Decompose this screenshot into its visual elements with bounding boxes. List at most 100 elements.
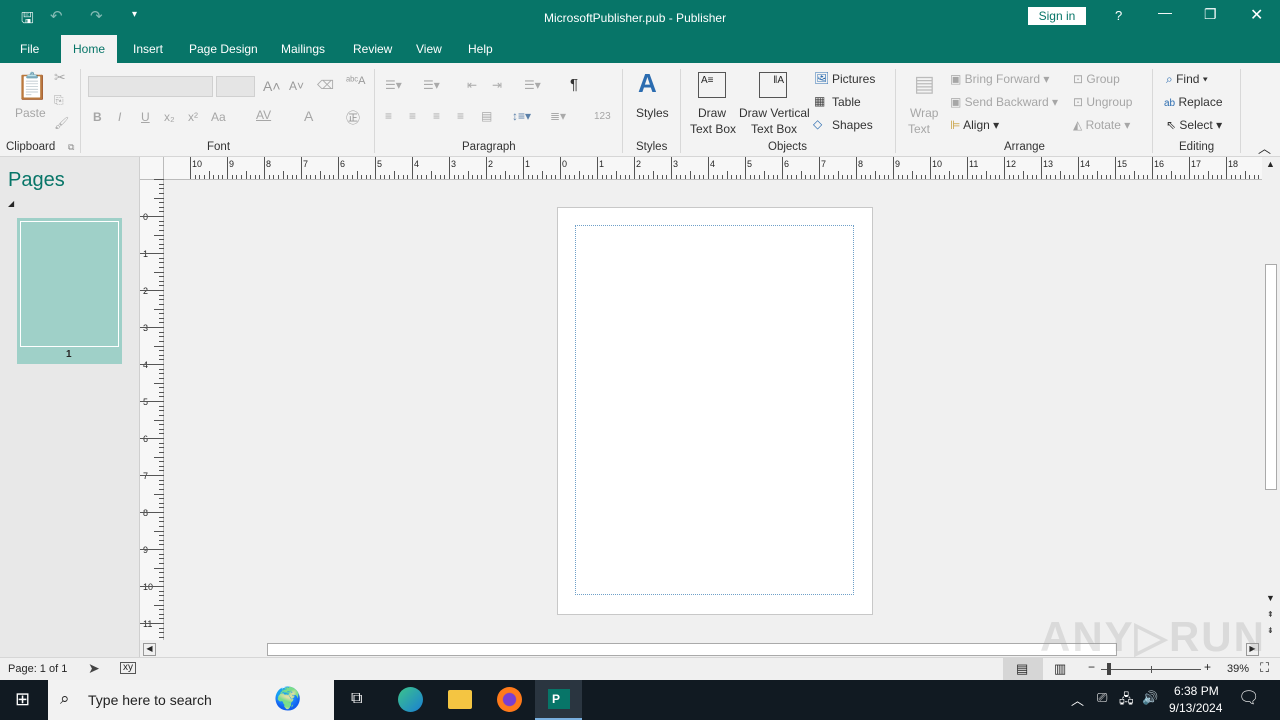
- font-color-button[interactable]: A: [304, 108, 313, 124]
- justify-icon[interactable]: ≡: [457, 109, 464, 123]
- shading-icon[interactable]: ≣▾: [550, 109, 566, 123]
- fit-page-icon[interactable]: ⛶: [1260, 660, 1269, 676]
- draw-vertical-text-box-label-1[interactable]: Draw Vertical: [739, 106, 810, 120]
- redo-icon[interactable]: ↷: [90, 7, 103, 25]
- font-name-combobox[interactable]: [88, 76, 213, 97]
- decrease-indent-icon[interactable]: ⇤: [467, 78, 477, 92]
- scroll-down-icon[interactable]: ▼: [1266, 593, 1275, 603]
- send-backward-button[interactable]: ▣ Send Backward ▾: [950, 95, 1058, 109]
- align-left-icon[interactable]: ≡: [385, 109, 392, 123]
- numbering-icon[interactable]: ☰▾: [423, 78, 440, 92]
- vertical-scrollbar[interactable]: ▲ ▼ ⇞ ⇟: [1262, 157, 1280, 640]
- collapse-icon[interactable]: ◢: [8, 199, 14, 208]
- tab-help[interactable]: Help: [468, 42, 493, 56]
- styles-button[interactable]: Styles: [636, 106, 669, 120]
- align-center-icon[interactable]: ≡: [409, 109, 416, 123]
- zoom-slider-thumb[interactable]: [1107, 663, 1112, 675]
- replace-button[interactable]: ab Replace: [1164, 95, 1223, 109]
- network-icon[interactable]: 🖧: [1119, 690, 1134, 712]
- bold-button[interactable]: B: [93, 110, 102, 124]
- wrap-text-label-2[interactable]: Text: [908, 122, 930, 136]
- sign-in-button[interactable]: Sign in: [1028, 7, 1086, 25]
- tab-view[interactable]: View: [416, 42, 442, 56]
- zoom-in-button[interactable]: +: [1204, 660, 1211, 674]
- notifications-icon[interactable]: 🗨: [1238, 688, 1260, 708]
- restore-button[interactable]: ❐: [1204, 6, 1217, 23]
- distribute-icon[interactable]: ▤: [481, 109, 492, 123]
- tab-file[interactable]: File: [20, 42, 39, 56]
- paste-button[interactable]: Paste: [15, 106, 46, 120]
- font-size-combobox[interactable]: [216, 76, 255, 97]
- scroll-left-icon[interactable]: ◀: [143, 643, 156, 656]
- symbol-icon[interactable]: ㊣: [346, 108, 360, 128]
- superscript-button[interactable]: x²: [188, 110, 198, 124]
- subscript-button[interactable]: x₂: [164, 110, 175, 124]
- customize-qat-icon[interactable]: ▾: [132, 9, 137, 20]
- task-view-icon[interactable]: ⧉: [351, 690, 362, 708]
- clear-formatting-icon[interactable]: ⌫: [317, 78, 334, 92]
- help-button[interactable]: ?: [1115, 8, 1122, 23]
- underline-button[interactable]: U: [141, 110, 150, 124]
- draw-vertical-text-box-label-2[interactable]: Text Box: [751, 122, 797, 136]
- close-button[interactable]: ✕: [1250, 5, 1263, 25]
- rotate-button[interactable]: ◭ Rotate ▾: [1073, 118, 1130, 132]
- numbers-style-button[interactable]: 123: [594, 111, 611, 122]
- single-page-view-button[interactable]: ▤: [1003, 658, 1043, 680]
- find-button[interactable]: ⌕ Find ▾: [1166, 72, 1208, 87]
- horizontal-scroll-thumb[interactable]: [267, 643, 1117, 656]
- bring-forward-button[interactable]: ▣ Bring Forward ▾: [950, 72, 1049, 86]
- collapse-ribbon-icon[interactable]: ︿: [1258, 138, 1271, 157]
- increase-indent-icon[interactable]: ⇥: [492, 78, 502, 92]
- ungroup-button[interactable]: ⊡ Ungroup: [1073, 95, 1132, 109]
- select-button[interactable]: ⇖ Select ▾: [1166, 118, 1222, 132]
- pictures-button[interactable]: Pictures: [832, 72, 875, 86]
- camera-icon[interactable]: ⎚: [1097, 690, 1107, 706]
- edge-icon[interactable]: [398, 687, 423, 712]
- tab-review[interactable]: Review: [353, 42, 392, 56]
- italic-button[interactable]: I: [118, 110, 121, 124]
- shapes-button[interactable]: Shapes: [832, 118, 873, 132]
- vertical-scroll-thumb[interactable]: [1265, 264, 1277, 490]
- clock-time[interactable]: 6:38 PM: [1174, 684, 1219, 698]
- publisher-taskbar-button[interactable]: P: [535, 680, 582, 720]
- show-hidden-icons[interactable]: ︿: [1071, 690, 1084, 709]
- clock-date[interactable]: 9/13/2024: [1169, 701, 1222, 715]
- volume-icon[interactable]: 🔊: [1142, 690, 1158, 706]
- zoom-out-button[interactable]: −: [1088, 660, 1095, 674]
- draw-text-box-label-1[interactable]: Draw: [698, 106, 726, 120]
- file-explorer-icon[interactable]: [448, 690, 472, 709]
- shrink-font-icon[interactable]: A˅: [289, 79, 304, 93]
- search-box[interactable]: ⌕ Type here to search 🌍: [48, 680, 334, 720]
- change-case-icon[interactable]: ᵃᵇᶜA: [346, 75, 365, 87]
- next-page-icon[interactable]: ⇟: [1267, 626, 1274, 635]
- windows-start-icon[interactable]: ⊞: [15, 689, 30, 710]
- page-indicator[interactable]: Page: 1 of 1: [8, 663, 67, 675]
- save-icon[interactable]: 🖫: [21, 8, 34, 33]
- tab-insert[interactable]: Insert: [133, 42, 163, 56]
- columns-icon[interactable]: ☰▾: [524, 78, 541, 92]
- show-formatting-button[interactable]: ¶: [570, 76, 578, 93]
- cut-icon[interactable]: ✂: [54, 69, 66, 86]
- firefox-icon[interactable]: [497, 687, 522, 712]
- draw-text-box-label-2[interactable]: Text Box: [690, 122, 736, 136]
- tab-page-design[interactable]: Page Design: [189, 42, 258, 56]
- copy-icon[interactable]: ⎘: [54, 93, 64, 108]
- line-spacing-icon[interactable]: ↕≡▾: [512, 109, 531, 123]
- two-page-view-button[interactable]: ▥: [1054, 661, 1066, 677]
- character-spacing-button[interactable]: AV: [256, 108, 271, 122]
- bullets-icon[interactable]: ☰▾: [385, 78, 402, 92]
- minimize-button[interactable]: —: [1158, 4, 1172, 20]
- dialog-launcher-icon[interactable]: ⧉: [68, 142, 74, 153]
- previous-page-icon[interactable]: ⇞: [1267, 610, 1274, 619]
- zoom-level[interactable]: 39%: [1227, 663, 1249, 675]
- change-case-button[interactable]: Aa: [211, 110, 226, 124]
- align-right-icon[interactable]: ≡: [433, 109, 440, 123]
- wrap-text-label-1[interactable]: Wrap: [910, 106, 938, 120]
- grow-font-icon[interactable]: A˄: [263, 78, 281, 94]
- group-button[interactable]: ⊡ Group: [1073, 72, 1120, 86]
- align-button[interactable]: ⊫ Align ▾: [950, 118, 999, 132]
- page-thumbnail[interactable]: 1: [17, 218, 122, 364]
- scroll-up-icon[interactable]: ▲: [1266, 159, 1275, 169]
- table-button[interactable]: Table: [832, 95, 861, 109]
- format-painter-icon[interactable]: 🖌: [54, 116, 69, 130]
